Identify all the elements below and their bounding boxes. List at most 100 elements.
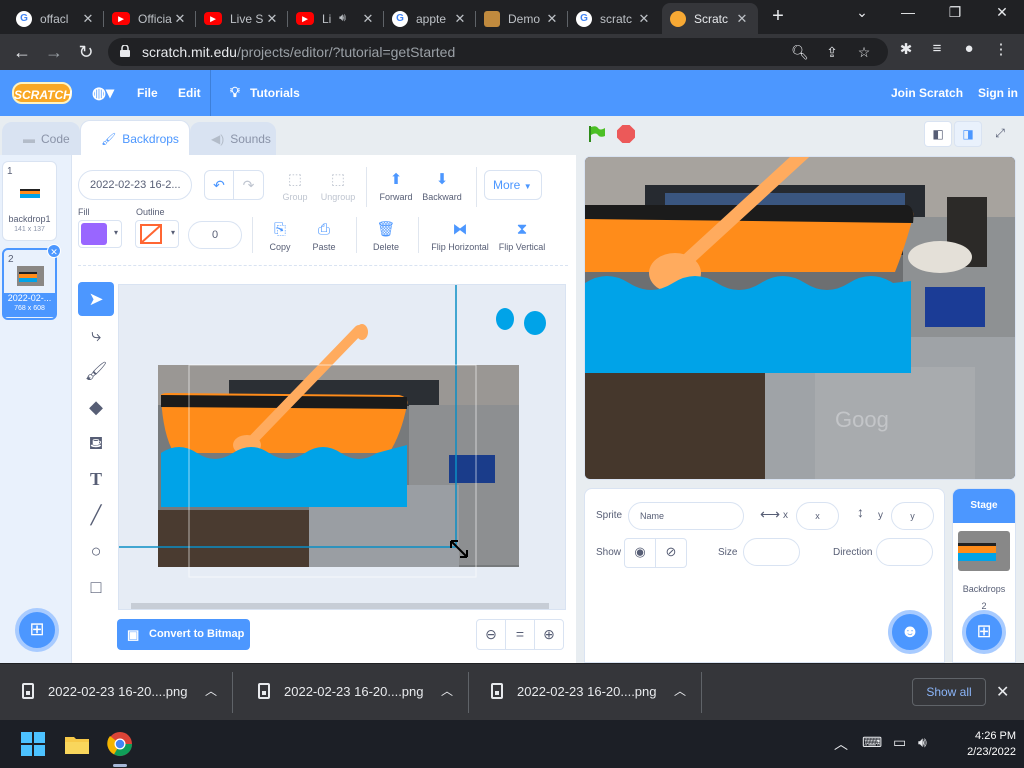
volume-icon[interactable]: 🔊︎	[918, 734, 927, 751]
sprite-name-input[interactable]: Name	[628, 502, 744, 530]
file-menu[interactable]: File	[137, 86, 158, 100]
undo-button[interactable]: ↶	[205, 171, 234, 199]
outline-width-input[interactable]: 0	[188, 221, 242, 249]
ungroup-button[interactable]: ⬚ Ungroup	[318, 170, 358, 202]
circle-tool-icon[interactable]: ○	[78, 534, 114, 568]
file-explorer-icon[interactable]	[63, 730, 91, 758]
browser-tab-active[interactable]: Scratc ✕	[662, 3, 758, 34]
zoom-in-button[interactable]: ⊕	[535, 620, 563, 649]
delete-backdrop-icon[interactable]: ✕	[47, 244, 61, 258]
stage-canvas[interactable]: Goog	[584, 156, 1016, 480]
close-tab-icon[interactable]: ✕	[544, 11, 560, 27]
close-tab-icon[interactable]: ✕	[734, 11, 750, 27]
show-hidden-icons-chevron-icon[interactable]: ︿	[834, 734, 848, 754]
brush-tool-icon[interactable]: 🖌︎	[78, 354, 114, 388]
direction-input[interactable]	[876, 538, 933, 566]
keyboard-icon[interactable]: ⌨	[862, 734, 882, 751]
edit-menu[interactable]: Edit	[178, 86, 201, 100]
costume-name-input[interactable]: 2022-02-23 16-2...	[78, 170, 192, 200]
paste-button[interactable]: ⎙ Paste	[306, 220, 342, 252]
browser-tab[interactable]: G appte ✕	[384, 3, 476, 34]
tutorials-menu[interactable]: Tutorials	[250, 86, 300, 100]
browser-tab[interactable]: G scratc ✕	[568, 3, 660, 34]
zoom-icon[interactable]: 🔍︎	[790, 44, 810, 61]
rectangle-tool-icon[interactable]: □	[78, 570, 114, 604]
large-stage-button[interactable]: ◨	[954, 121, 982, 147]
system-clock[interactable]: 4:26 PM 2/23/2022	[936, 728, 1016, 760]
backward-button[interactable]: ⬇ Backward	[420, 170, 464, 202]
choose-sprite-button[interactable]: ☻	[888, 610, 932, 654]
zoom-reset-button[interactable]: =	[506, 620, 535, 649]
new-tab-button[interactable]: +	[768, 6, 788, 26]
scratch-logo[interactable]: SCRATCH	[12, 82, 72, 104]
restore-button[interactable]: ❐	[935, 4, 975, 21]
choose-backdrop-button[interactable]: ⊞	[15, 608, 59, 652]
fullscreen-button[interactable]: ⤢	[986, 121, 1014, 147]
paint-canvas[interactable]	[118, 284, 566, 610]
download-item[interactable]: 2022-02-23 16-20....png ︿	[236, 664, 469, 721]
browser-tab[interactable]: G offacl ✕	[8, 3, 104, 34]
redo-button[interactable]: ↷	[234, 171, 263, 199]
delete-button[interactable]: 🗑︎ Delete	[366, 220, 406, 252]
tab-code[interactable]: ▬ Code	[2, 122, 80, 156]
language-globe-icon[interactable]: ◍▾	[92, 83, 114, 103]
chevron-up-icon[interactable]: ︿	[441, 682, 453, 699]
close-tab-icon[interactable]: ✕	[636, 11, 652, 27]
reshape-tool-icon[interactable]: ⤷	[78, 318, 114, 352]
chevron-up-icon[interactable]: ︿	[674, 682, 686, 699]
close-tab-icon[interactable]: ✕	[264, 11, 280, 27]
small-stage-button[interactable]: ◧	[924, 121, 952, 147]
select-tool-icon[interactable]: ➤	[78, 282, 114, 316]
url-field[interactable]: scratch.mit.edu/projects/editor/?tutoria…	[108, 38, 888, 66]
stop-sign-icon[interactable]	[617, 125, 635, 143]
chrome-icon[interactable]	[106, 730, 134, 758]
eraser-tool-icon[interactable]: ◆	[78, 390, 114, 424]
copy-button[interactable]: ⎘ Copy	[264, 220, 296, 252]
media-control-icon[interactable]: ≡	[926, 40, 948, 57]
close-window-button[interactable]: ✕	[982, 4, 1022, 21]
show-eye-button[interactable]: ◉	[625, 539, 656, 567]
close-tab-icon[interactable]: ✕	[452, 11, 468, 27]
extensions-icon[interactable]: ✱	[895, 40, 917, 58]
show-all-downloads-button[interactable]: Show all	[912, 678, 986, 706]
y-input[interactable]: y	[891, 502, 934, 530]
windows-start-icon[interactable]	[19, 730, 47, 758]
minimize-button[interactable]: —	[888, 4, 928, 20]
convert-to-bitmap-button[interactable]: ▣ Convert to Bitmap	[117, 619, 250, 650]
zoom-out-button[interactable]: ⊖	[477, 620, 506, 649]
share-icon[interactable]: ⇪	[822, 44, 842, 61]
close-tab-icon[interactable]: ✕	[172, 11, 188, 27]
back-button[interactable]: ←	[10, 40, 34, 64]
backdrop-item[interactable]: 1 backdrop1 141 x 137	[2, 161, 57, 241]
browser-tab[interactable]: ▶ Officia ✕	[104, 3, 196, 34]
x-input[interactable]: x	[796, 502, 839, 530]
more-dropdown[interactable]: More ▼	[484, 170, 542, 200]
tab-search-icon[interactable]: ⌄	[842, 4, 882, 21]
browser-menu-icon[interactable]: ⋮	[990, 40, 1012, 58]
text-tool-icon[interactable]: T	[78, 462, 114, 496]
flip-vertical-button[interactable]: ⧗ Flip Vertical	[496, 220, 548, 252]
forward-button[interactable]: →	[42, 40, 66, 64]
browser-tab[interactable]: Demo ✕	[476, 3, 568, 34]
size-input[interactable]	[743, 538, 800, 566]
monitor-icon[interactable]: ▭	[893, 734, 906, 751]
chevron-up-icon[interactable]: ︿	[205, 682, 217, 699]
flip-horizontal-button[interactable]: ⧓ Flip Horizontal	[428, 220, 492, 252]
profile-icon[interactable]: ●	[958, 40, 980, 57]
group-button[interactable]: ⬚ Group	[278, 170, 312, 202]
lock-icon[interactable]	[120, 45, 130, 57]
backdrop-item-selected[interactable]: 2 ✕ 2022-02-... 768 x 608	[2, 244, 61, 320]
bookmark-star-icon[interactable]: ☆	[854, 44, 874, 61]
reload-button[interactable]: ↻	[74, 40, 98, 64]
close-tab-icon[interactable]: ✕	[80, 11, 96, 27]
speaker-icon[interactable]: 🔊︎	[339, 12, 346, 25]
download-item[interactable]: 2022-02-23 16-20....png ︿	[469, 664, 702, 721]
sign-in-link[interactable]: Sign in	[978, 86, 1018, 100]
tab-sounds[interactable]: ◀) Sounds	[190, 122, 276, 156]
outline-color-swatch[interactable]: ▾	[135, 220, 179, 248]
fill-tool-icon[interactable]: ⛾	[78, 426, 114, 460]
download-item[interactable]: 2022-02-23 16-20....png ︿	[0, 664, 233, 721]
join-scratch-link[interactable]: Join Scratch	[891, 86, 963, 100]
hide-eye-button[interactable]: ⊘	[656, 539, 686, 567]
green-flag-icon[interactable]	[588, 125, 606, 143]
